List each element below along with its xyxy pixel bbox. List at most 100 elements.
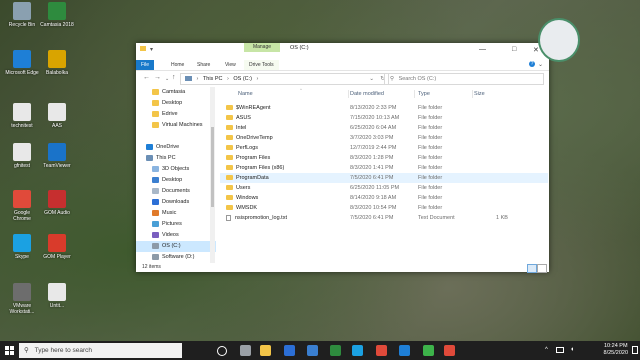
desktop-icon[interactable]: GOM Audio — [40, 190, 74, 216]
nav-item[interactable]: Desktop — [136, 98, 216, 109]
volume-icon[interactable]: ◖ — [570, 346, 574, 353]
nav-item[interactable]: Videos — [136, 230, 216, 241]
desktop-icon[interactable]: VMware Workstati... — [5, 283, 39, 315]
desktop-icon[interactable]: Camtasia 2018 — [40, 2, 74, 28]
desktop-icon-label: technitest — [11, 123, 33, 129]
nav-item[interactable]: Pictures — [136, 219, 216, 230]
nav-item[interactable]: Desktop — [136, 175, 216, 186]
camtasia-recorder-icon[interactable] — [423, 345, 434, 356]
forward-button[interactable]: → — [154, 74, 161, 81]
file-row[interactable]: Program Files 8/3/2020 1:28 PM File folder — [220, 153, 548, 163]
desktop-icon[interactable]: gfnitest — [5, 143, 39, 169]
store-icon[interactable] — [284, 345, 295, 356]
desktop-icon[interactable]: Recycle Bin — [5, 2, 39, 28]
file-row[interactable]: PerfLogs 12/7/2019 2:44 PM File folder — [220, 143, 548, 153]
notification-icon[interactable] — [632, 346, 638, 354]
file-row[interactable]: Windows 8/14/2020 9:18 AM File folder — [220, 193, 548, 203]
column-divider[interactable] — [348, 90, 349, 98]
desktop-icon[interactable]: Microsoft Edge — [5, 50, 39, 76]
skype-icon[interactable] — [352, 345, 363, 356]
windows-start-icon[interactable] — [5, 346, 14, 355]
nav-item[interactable]: Downloads — [136, 197, 216, 208]
nav-item[interactable]: Edrive — [136, 109, 216, 120]
desktop-icon[interactable]: GOM Player — [40, 234, 74, 260]
desktop-icon[interactable]: TeamViewer — [40, 143, 74, 169]
nav-item[interactable]: This PC — [136, 153, 216, 164]
address-box[interactable]: › This PC › OS (C:) › ⌄ ↻ — [180, 73, 389, 85]
ribbon-expand-icon[interactable]: ⌄ — [538, 61, 543, 68]
breadcrumb-this-pc[interactable]: This PC — [203, 76, 223, 82]
file-row[interactable]: Intel 6/25/2020 6:04 AM File folder — [220, 123, 548, 133]
desktop-icon[interactable]: AAS — [40, 103, 74, 129]
details-view-icon[interactable] — [527, 264, 537, 273]
nav-scrollbar-thumb[interactable] — [211, 127, 214, 207]
file-name: Intel — [226, 123, 246, 133]
media-icon[interactable] — [444, 345, 455, 356]
desktop-icon[interactable]: Google Chrome — [5, 190, 39, 222]
search-input[interactable]: ⚲ Search OS (C:) — [384, 73, 544, 85]
folder-icon — [152, 110, 159, 117]
large-icons-view-icon[interactable] — [537, 264, 547, 273]
desktop-icon[interactable]: Untit... — [40, 283, 74, 309]
recent-locations-chevron-icon[interactable]: ⌄ — [165, 76, 169, 82]
file-explorer-window: ▾ Manage OS (C:) — □ ✕ File Home Share V… — [136, 43, 549, 273]
task-view-icon[interactable] — [217, 346, 227, 356]
nav-item[interactable]: Software (D:) — [136, 252, 216, 263]
nav-item[interactable]: Camtasia — [136, 87, 216, 98]
file-row[interactable]: OneDriveTemp 3/7/2020 3:03 PM File folder — [220, 133, 548, 143]
back-button[interactable]: ← — [143, 74, 150, 81]
file-row[interactable]: Users 6/25/2020 11:05 PM File folder — [220, 183, 548, 193]
clock[interactable]: 10:24 PM 8/25/2020 — [604, 343, 628, 357]
column-divider[interactable] — [472, 90, 473, 98]
file-row[interactable]: WMSDK 8/3/2020 10:54 PM File folder — [220, 203, 548, 213]
nav-item[interactable] — [136, 131, 216, 142]
file-date: 6/25/2020 11:05 PM — [350, 185, 400, 191]
chrome-icon[interactable] — [376, 345, 387, 356]
column-date-modified[interactable]: Date modified — [350, 91, 384, 97]
column-type[interactable]: Type — [418, 91, 430, 97]
taskbar-search-input[interactable]: ⚲ Type here to search — [19, 343, 182, 358]
camtasia-icon[interactable] — [330, 345, 341, 356]
column-size[interactable]: Size — [474, 91, 485, 97]
nav-item[interactable]: Documents — [136, 186, 216, 197]
nav-item[interactable]: Virtual Machines — [136, 120, 216, 131]
address-dropdown-icon[interactable]: ⌄ — [369, 74, 374, 84]
photos-icon[interactable] — [307, 345, 318, 356]
minimize-button[interactable]: — — [479, 46, 486, 53]
desktop-icon-label: Camtasia 2018 — [40, 22, 74, 28]
tab-view[interactable]: View — [220, 60, 241, 70]
tab-file[interactable]: File — [136, 60, 154, 70]
quick-access-toolbar[interactable]: ▾ — [150, 46, 153, 53]
nav-item[interactable]: OneDrive — [136, 142, 216, 153]
tab-drive-tools[interactable]: Drive Tools — [244, 60, 279, 70]
desktop-icon[interactable]: Balabolka — [40, 50, 74, 76]
close-button[interactable]: ✕ — [533, 46, 539, 54]
nav-item[interactable]: OS (C:) — [136, 241, 216, 252]
nav-item-label: Virtual Machines — [162, 122, 203, 128]
desktop-icon[interactable]: Skype — [5, 234, 39, 260]
battery-icon[interactable] — [556, 347, 564, 353]
file-row[interactable]: $WinREAgent 8/13/2020 2:33 PM File folder — [220, 103, 548, 113]
up-button[interactable]: ↑ — [172, 74, 176, 81]
nav-scrollbar[interactable] — [210, 87, 215, 263]
nav-item[interactable]: Music — [136, 208, 216, 219]
file-row[interactable]: ProgramData 7/5/2020 6:41 PM File folder — [220, 173, 548, 183]
help-icon[interactable]: ? — [529, 61, 535, 67]
desktop-icon[interactable]: technitest — [5, 103, 39, 129]
tab-home[interactable]: Home — [166, 60, 189, 70]
file-row[interactable]: Program Files (x86) 8/3/2020 1:41 PM File … — [220, 163, 548, 173]
nav-item[interactable]: 3D Objects — [136, 164, 216, 175]
file-row[interactable]: ASUS 7/15/2020 10:13 AM File folder — [220, 113, 548, 123]
file-row[interactable]: nsispromotion_log.txt 7/5/2020 6:41 PM Tex… — [220, 213, 548, 223]
edge-icon[interactable] — [399, 345, 410, 356]
settings-icon[interactable] — [240, 345, 251, 356]
column-name[interactable]: Name — [238, 91, 253, 97]
file-explorer-icon[interactable] — [260, 345, 271, 356]
column-divider[interactable] — [414, 90, 415, 98]
show-hidden-icons-icon[interactable]: ^ — [545, 347, 548, 353]
maximize-button[interactable]: □ — [512, 46, 516, 53]
manage-tab[interactable]: Manage — [244, 43, 280, 52]
tab-share[interactable]: Share — [192, 60, 215, 70]
folder-icon — [226, 155, 233, 161]
breadcrumb-os-c[interactable]: OS (C:) — [233, 76, 252, 82]
